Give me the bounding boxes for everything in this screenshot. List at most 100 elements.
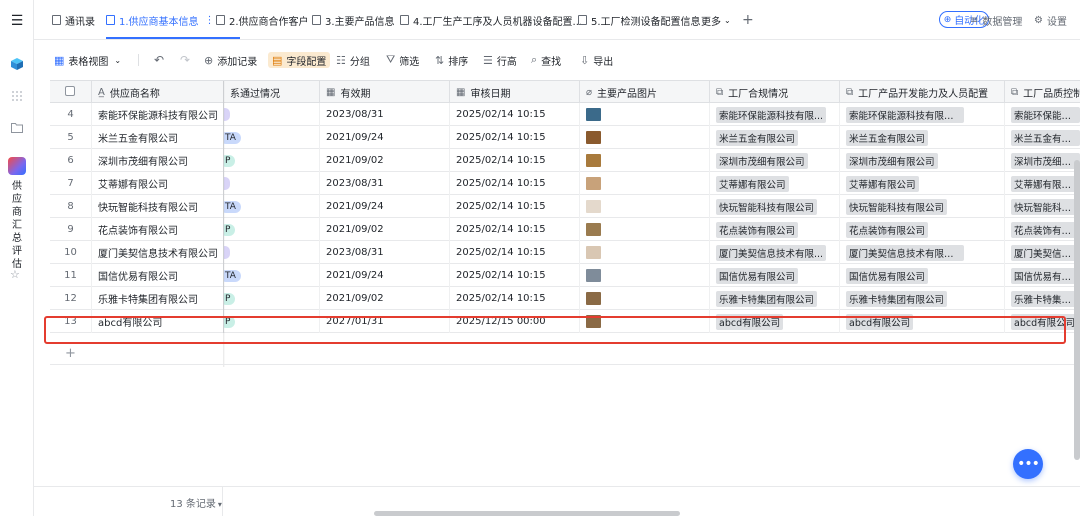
cell-qc[interactable]: 索能环保能源科 [1005,103,1080,126]
cell-review-date[interactable]: 2025/12/15 00:00 [450,310,580,333]
cell-qc[interactable]: 国信优易有限公 [1005,264,1080,287]
tab-supplier-clients[interactable]: 2.供应商合作客户 [216,12,309,28]
cell-product-image[interactable] [580,310,710,333]
cell-qc[interactable]: 米兰五金有限公 [1005,126,1080,149]
cell-compliance[interactable]: 国信优易有限公司 [710,264,840,287]
cell-valid-until[interactable]: 2023/08/31 [320,172,450,195]
product-thumbnail[interactable] [586,200,601,213]
cell-pass-status[interactable] [224,172,320,195]
cell-compliance[interactable]: 厦门美契信息技术有限... [710,241,840,264]
cell-pass-status[interactable]: P [224,218,320,241]
product-thumbnail[interactable] [586,108,601,121]
tab-contacts[interactable]: 通讯录 [52,12,95,28]
table-row[interactable]: 11 国信优易有限公司 TA 2021/09/24 2025/02/14 10:15 国信… [50,264,1080,287]
col-header-pass-status[interactable]: 系通过情况 [224,81,320,103]
cell-valid-until[interactable]: 2027/01/31 [320,310,450,333]
product-thumbnail[interactable] [586,269,601,282]
cell-qc[interactable]: 快玩智能科技有 [1005,195,1080,218]
cell-review-date[interactable]: 2025/02/14 10:15 [450,126,580,149]
tab-supplier-basic[interactable]: 1.供应商基本信息 ⋮ [106,12,215,28]
cell-review-date[interactable]: 2025/02/14 10:15 [450,149,580,172]
cell-review-date[interactable]: 2025/02/14 10:15 [450,218,580,241]
cell-supplier-name[interactable]: 快玩智能科技有限公司 [92,195,224,218]
cell-product-image[interactable] [580,241,710,264]
horizontal-scrollbar[interactable] [374,511,680,516]
table-row[interactable]: 8 快玩智能科技有限公司 TA 2021/09/24 2025/02/14 10:15 快… [50,195,1080,218]
app-label[interactable]: 供应商汇总评估 [9,180,25,271]
view-switcher[interactable]: ▦ 表格视图 ⌄ [54,52,121,68]
field-config-button[interactable]: ▤ 字段配置 [268,52,331,68]
product-thumbnail[interactable] [586,131,601,144]
more-vert-icon[interactable]: ⋮ [205,15,215,26]
add-record-button[interactable]: ⊕ 添加记录 [204,52,257,68]
menu-icon[interactable]: ☰ [8,12,26,30]
table-row[interactable]: 13 abcd有限公司 P 2027/01/31 2025/12/15 00:00 abc… [50,310,1080,333]
product-thumbnail[interactable] [586,315,601,328]
cell-qc[interactable]: abcd有限公司 [1005,310,1080,333]
cell-compliance[interactable]: 乐雅卡特集团有限公司 [710,287,840,310]
data-manage-button[interactable]: ≡ 数据管理 [970,12,1022,28]
undo-button[interactable]: ↶ [154,52,164,68]
add-row-button[interactable]: + [50,343,1080,365]
cell-product-image[interactable] [580,218,710,241]
cell-pass-status[interactable]: P [224,287,320,310]
cell-valid-until[interactable]: 2021/09/24 [320,195,450,218]
col-header-qc[interactable]: ⧉ 工厂品质控制 [1005,81,1080,103]
cell-supplier-name[interactable]: 乐雅卡特集团有限公司 [92,287,224,310]
product-thumbnail[interactable] [586,223,601,236]
product-thumbnail[interactable] [586,177,601,190]
cell-supplier-name[interactable]: 索能环保能源科技有限公司 [92,103,224,126]
cell-review-date[interactable]: 2025/02/14 10:15 [450,195,580,218]
col-header-name[interactable]: A̲ 供应商名称 [92,81,224,103]
col-header-valid-until[interactable]: ▦ 有效期 [320,81,450,103]
cell-product-image[interactable] [580,126,710,149]
cell-product-image[interactable] [580,172,710,195]
product-thumbnail[interactable] [586,292,601,305]
col-header-review-date[interactable]: ▦ 审核日期 [450,81,580,103]
cell-pass-status[interactable]: TA [224,126,320,149]
cell-pass-status[interactable]: TA [224,264,320,287]
table-row[interactable]: 12 乐雅卡特集团有限公司 P 2021/09/02 2025/02/14 10:15 乐… [50,287,1080,310]
cell-valid-until[interactable]: 2021/09/02 [320,287,450,310]
cell-review-date[interactable]: 2025/02/14 10:15 [450,172,580,195]
cell-pass-status[interactable]: P [224,310,320,333]
cell-supplier-name[interactable]: 深圳市茂细有限公司 [92,149,224,172]
cell-product-image[interactable] [580,149,710,172]
cell-qc[interactable]: 乐雅卡特集团有 [1005,287,1080,310]
filter-button[interactable]: ⛛ 筛选 [386,52,419,68]
star-icon[interactable]: ☆ [10,268,20,281]
cell-supplier-name[interactable]: abcd有限公司 [92,310,224,333]
cell-supplier-name[interactable]: 花点装饰有限公司 [92,218,224,241]
more-actions-button[interactable]: ••• [1013,449,1043,479]
cell-dev[interactable]: 国信优易有限公司 [840,264,1005,287]
cell-qc[interactable]: 艾蒂娜有限公司 [1005,172,1080,195]
cell-review-date[interactable]: 2025/02/14 10:15 [450,241,580,264]
cell-valid-until[interactable]: 2021/09/24 [320,264,450,287]
cell-supplier-name[interactable]: 米兰五金有限公司 [92,126,224,149]
tab-main-products[interactable]: 3.主要产品信息 [312,12,395,28]
tab-factory-testing[interactable]: 5.工厂检测设备配置信息 [578,12,701,28]
cell-compliance[interactable]: 快玩智能科技有限公司 [710,195,840,218]
cell-supplier-name[interactable]: 艾蒂娜有限公司 [92,172,224,195]
cell-dev[interactable]: 厦门美契信息技术有限公司 [840,241,1005,264]
cell-valid-until[interactable]: 2023/08/31 [320,241,450,264]
settings-button[interactable]: ⚙ 设置 [1034,12,1067,28]
cell-review-date[interactable]: 2025/02/14 10:15 [450,264,580,287]
cell-review-date[interactable]: 2025/02/14 10:15 [450,103,580,126]
cell-valid-until[interactable]: 2021/09/24 [320,126,450,149]
record-count[interactable]: 13 条记录 ▾ [170,495,222,510]
product-thumbnail[interactable] [586,246,601,259]
folder-icon[interactable] [8,118,26,136]
table-row[interactable]: 4 索能环保能源科技有限公司 2023/08/31 2025/02/14 10:15 索… [50,103,1080,126]
cell-valid-until[interactable]: 2023/08/31 [320,103,450,126]
cell-dev[interactable]: 米兰五金有限公司 [840,126,1005,149]
table-row[interactable]: 5 米兰五金有限公司 TA 2021/09/24 2025/02/14 10:15 米兰五… [50,126,1080,149]
table-row[interactable]: 10 厦门美契信息技术有限公司 2023/08/31 2025/02/14 10:15… [50,241,1080,264]
cell-dev[interactable]: 深圳市茂细有限公司 [840,149,1005,172]
search-button[interactable]: ⌕ 查找 [531,52,561,68]
group-button[interactable]: ☷ 分组 [336,52,370,68]
col-header-dev[interactable]: ⧉ 工厂产品开发能力及人员配置 [840,81,1005,103]
cube-icon[interactable] [8,55,26,73]
cell-dev[interactable]: 乐雅卡特集团有限公司 [840,287,1005,310]
cell-pass-status[interactable]: TA [224,195,320,218]
